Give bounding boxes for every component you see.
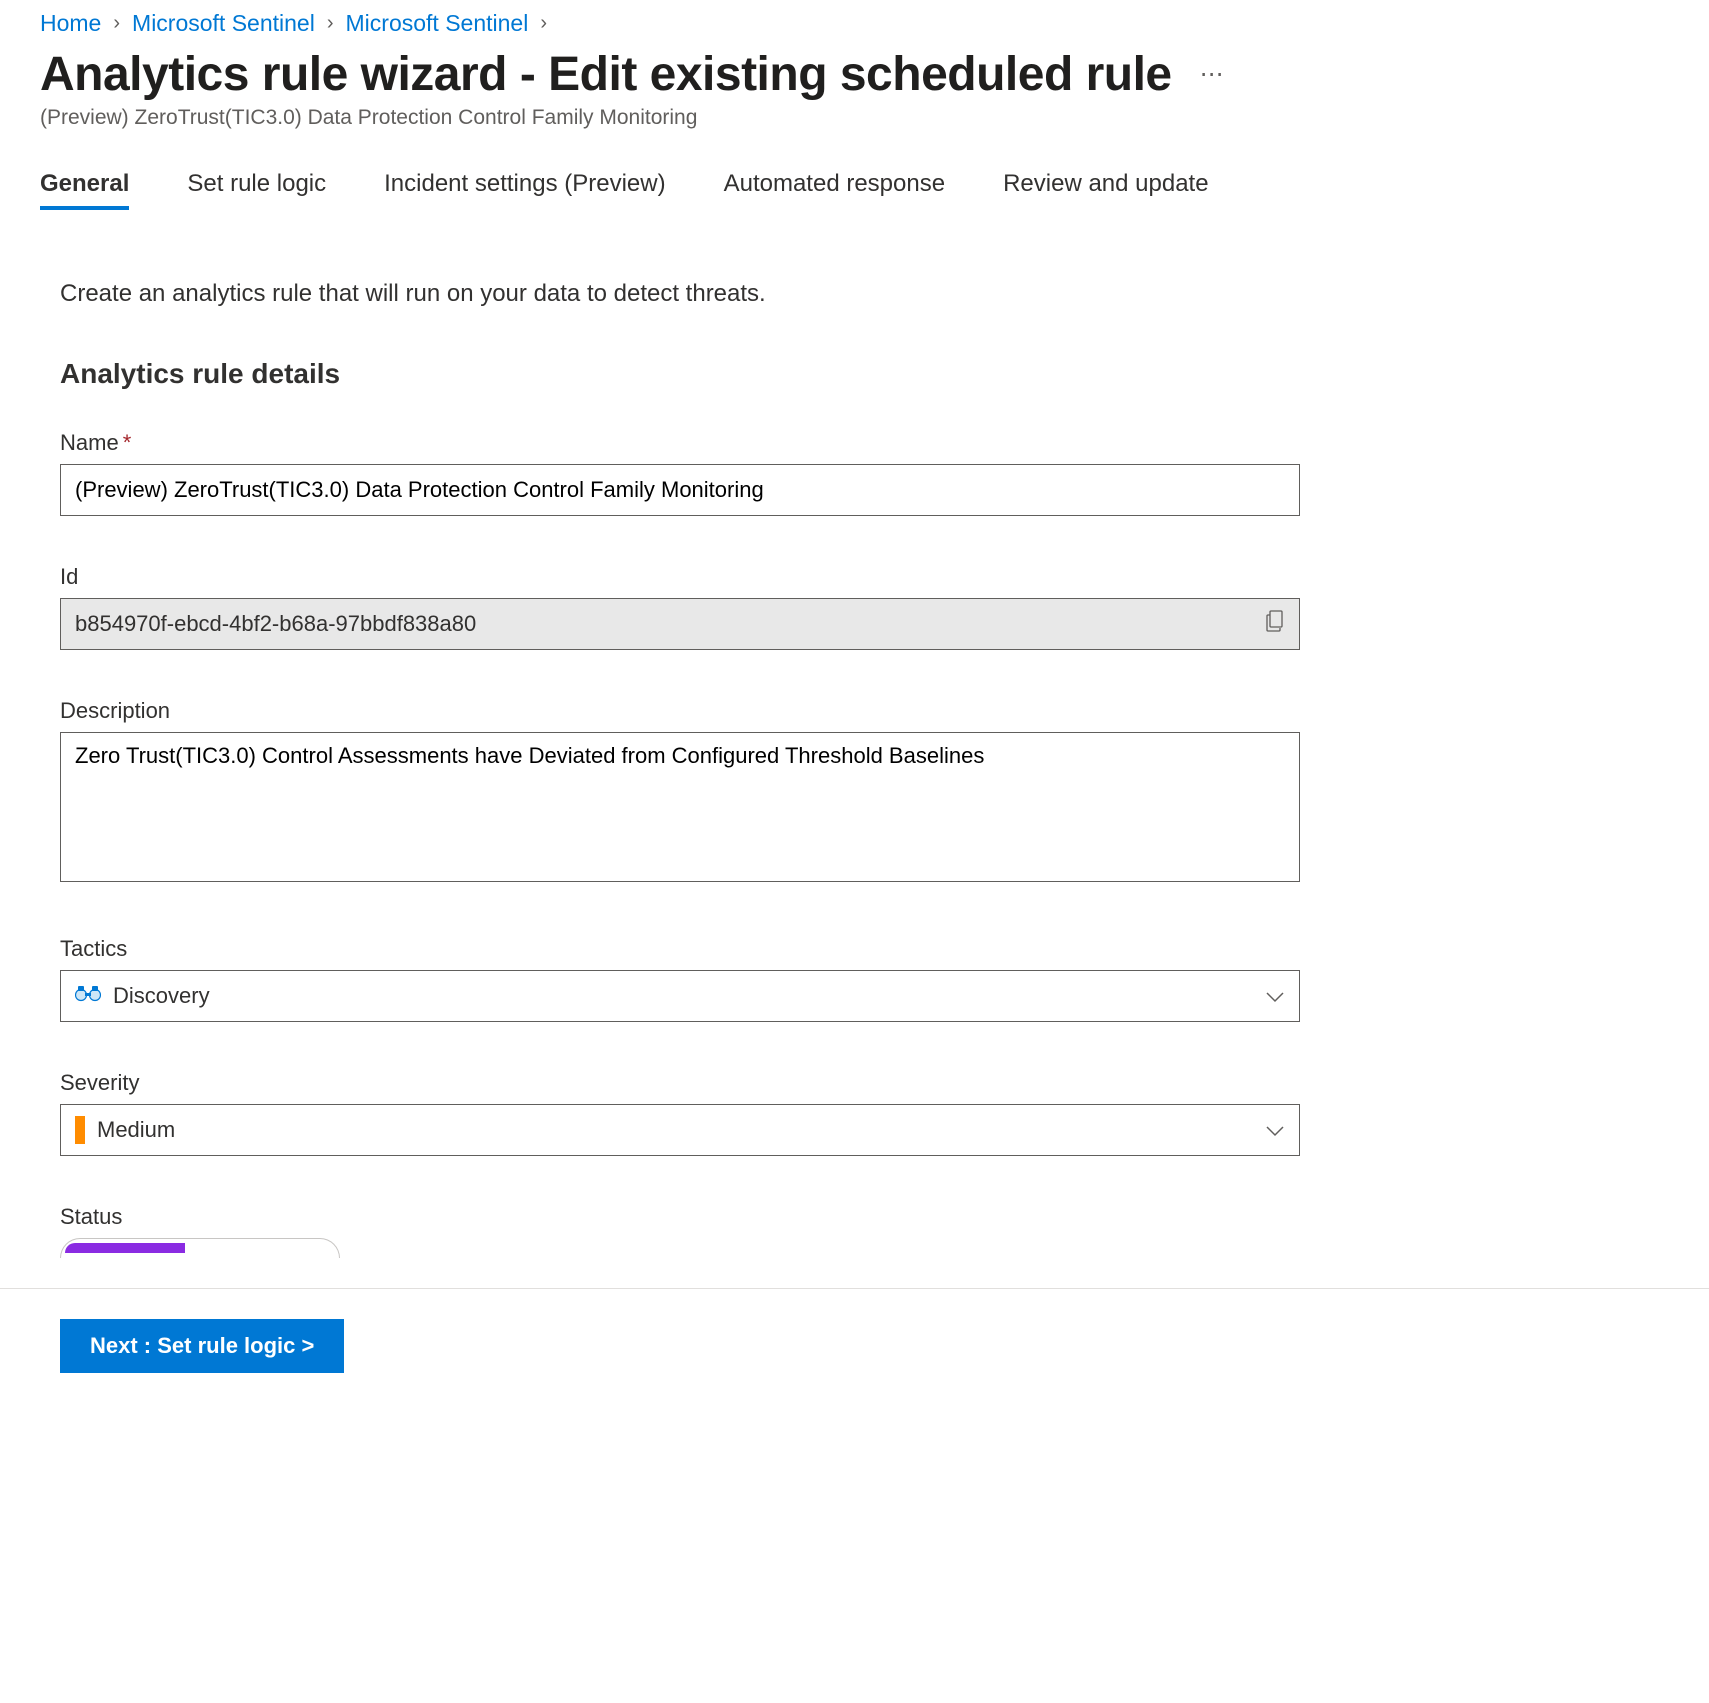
status-toggle[interactable] — [60, 1238, 340, 1258]
tab-automated-response[interactable]: Automated response — [724, 170, 945, 210]
name-label: Name* — [60, 430, 1340, 456]
tab-set-rule-logic[interactable]: Set rule logic — [187, 170, 326, 210]
tactics-value: Discovery — [113, 983, 210, 1009]
breadcrumb-link-sentinel-1[interactable]: Microsoft Sentinel — [132, 10, 315, 37]
tabs: General Set rule logic Incident settings… — [40, 170, 1669, 210]
id-field: b854970f-ebcd-4bf2-b68a-97bbdf838a80 — [60, 598, 1300, 650]
intro-text: Create an analytics rule that will run o… — [60, 280, 1340, 308]
tab-incident-settings[interactable]: Incident settings (Preview) — [384, 170, 665, 210]
description-label: Description — [60, 698, 1340, 724]
tactics-select[interactable]: Discovery — [60, 970, 1300, 1022]
page-subtitle: (Preview) ZeroTrust(TIC3.0) Data Protect… — [40, 106, 1669, 130]
description-textarea[interactable] — [60, 732, 1300, 882]
severity-value: Medium — [97, 1117, 175, 1143]
copy-icon[interactable] — [1265, 610, 1285, 638]
tactics-label: Tactics — [60, 936, 1340, 962]
next-button[interactable]: Next : Set rule logic > — [60, 1319, 344, 1373]
chevron-right-icon: › — [327, 12, 334, 35]
breadcrumb: Home › Microsoft Sentinel › Microsoft Se… — [40, 10, 1669, 37]
breadcrumb-link-sentinel-2[interactable]: Microsoft Sentinel — [346, 10, 529, 37]
chevron-down-icon — [1265, 983, 1285, 1009]
name-input[interactable] — [60, 464, 1300, 516]
severity-select[interactable]: Medium — [60, 1104, 1300, 1156]
tab-review-update[interactable]: Review and update — [1003, 170, 1208, 210]
id-label: Id — [60, 564, 1340, 590]
severity-label: Severity — [60, 1070, 1340, 1096]
more-actions-button[interactable]: ⋯ — [1192, 56, 1234, 93]
chevron-right-icon: › — [540, 12, 547, 35]
binoculars-icon — [75, 984, 101, 1008]
chevron-down-icon — [1265, 1117, 1285, 1143]
page-title: Analytics rule wizard - Edit existing sc… — [40, 47, 1172, 102]
id-value: b854970f-ebcd-4bf2-b68a-97bbdf838a80 — [75, 611, 476, 637]
footer-divider — [0, 1288, 1709, 1289]
breadcrumb-link-home[interactable]: Home — [40, 10, 101, 37]
required-asterisk: * — [123, 430, 132, 455]
chevron-right-icon: › — [113, 12, 120, 35]
severity-color-icon — [75, 1116, 85, 1144]
tab-general[interactable]: General — [40, 170, 129, 210]
section-heading: Analytics rule details — [60, 358, 1340, 390]
status-label: Status — [60, 1204, 1340, 1230]
